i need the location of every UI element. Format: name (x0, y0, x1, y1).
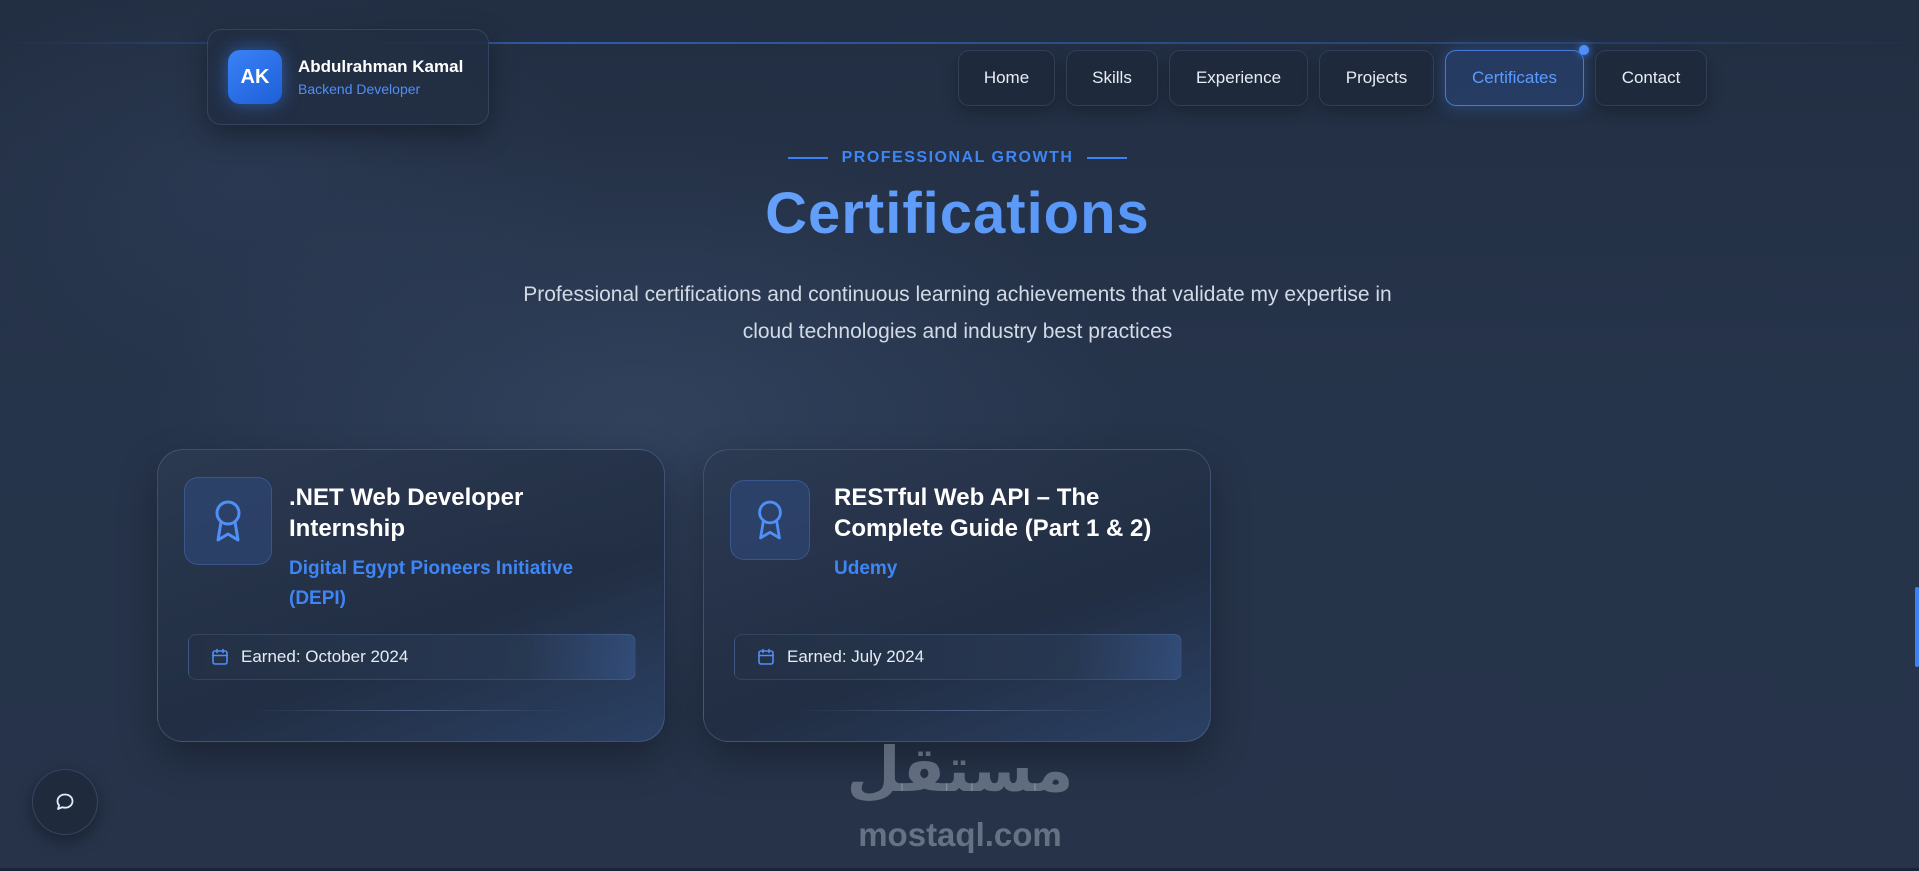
section-subtitle: Professional certifications and continuo… (470, 276, 1445, 350)
nav-home[interactable]: Home (958, 50, 1055, 106)
certificate-title-line-2: Internship (289, 515, 406, 542)
brand-card[interactable]: AK Abdulrahman Kamal Backend Developer (207, 29, 489, 125)
award-icon (730, 480, 810, 560)
eyebrow-line-right (1087, 157, 1128, 159)
certificate-title-line-1: RESTful Web API – The (834, 484, 1100, 511)
subtitle-line-2: cloud technologies and industry best pra… (742, 320, 1173, 343)
certificate-card[interactable]: RESTful Web API – The Complete Guide (Pa… (703, 449, 1211, 742)
brand-name: Abdulrahman Kamal (298, 57, 464, 76)
nav-certificates[interactable]: Certificates (1445, 45, 1589, 106)
eyebrow-text: PROFESSIONAL GROWTH (841, 149, 1074, 166)
calendar-icon (212, 648, 228, 665)
chat-button[interactable] (32, 769, 98, 835)
brand-role: Backend Developer (298, 81, 421, 97)
certificate-title-line-2: Complete Guide (Part 1 & 2) (834, 515, 1152, 542)
card-divider (794, 710, 1120, 711)
nav-contact[interactable]: Contact (1595, 50, 1707, 106)
nav-skills[interactable]: Skills (1066, 50, 1158, 106)
scroll-indicator[interactable] (1915, 587, 1919, 667)
nav-certificates-label: Certificates (1471, 68, 1558, 87)
brand-text: Abdulrahman Kamal Backend Developer (298, 57, 463, 97)
nav-projects[interactable]: Projects (1319, 50, 1434, 106)
subtitle-line-1: Professional certifications and continuo… (523, 283, 1392, 306)
certificate-title: .NET Web Developer Internship (289, 482, 639, 544)
calendar-icon (758, 648, 774, 665)
certificate-issuer: Udemy (834, 554, 1174, 584)
section-eyebrow: PROFESSIONAL GROWTH (0, 149, 1915, 167)
watermark-url: mostaql.com (858, 816, 1062, 853)
certificate-title: RESTful Web API – The Complete Guide (Pa… (834, 482, 1194, 544)
active-indicator-dot (1579, 45, 1589, 55)
nav-experience[interactable]: Experience (1169, 50, 1308, 106)
eyebrow-line-left (787, 157, 828, 159)
page: AK Abdulrahman Kamal Backend Developer H… (0, 0, 1919, 871)
watermark-logo: مستقل (846, 736, 1074, 805)
earned-date-row: Earned: October 2024 (188, 634, 636, 680)
main-nav: Home Skills Experience Projects Certific… (958, 45, 1707, 106)
certificate-card[interactable]: .NET Web Developer Internship Digital Eg… (157, 449, 665, 742)
earned-date: Earned: July 2024 (787, 647, 925, 666)
certificate-title-line-1: .NET Web Developer (289, 484, 524, 511)
chat-bubble-icon (56, 793, 74, 810)
certificate-issuer-line-1: Digital Egypt Pioneers Initiative (289, 558, 574, 579)
section-title: Certifications (0, 180, 1915, 247)
certificate-issuer-line-2: (DEPI) (289, 588, 346, 609)
card-divider (248, 710, 574, 711)
earned-date: Earned: October 2024 (241, 647, 409, 666)
avatar: AK (228, 50, 282, 104)
certificate-issuer-line-1: Udemy (834, 558, 898, 579)
award-icon (184, 477, 272, 565)
earned-date-row: Earned: July 2024 (734, 634, 1182, 680)
certificate-issuer: Digital Egypt Pioneers Initiative (DEPI) (289, 554, 629, 614)
